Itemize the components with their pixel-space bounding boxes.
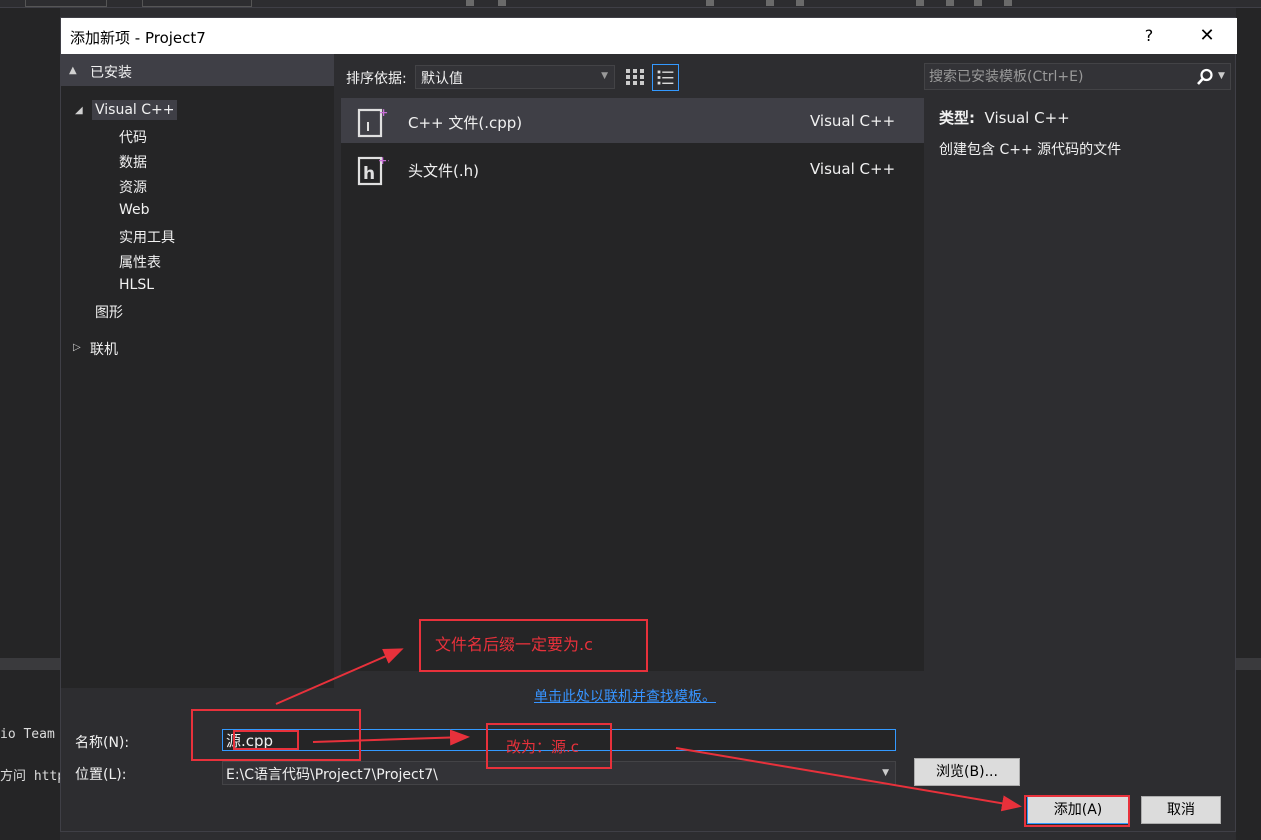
dialog-titlebar: 添加新项 - Project7 ? ✕ — [61, 18, 1237, 54]
dropdown-caret-icon: ▼ — [882, 768, 889, 778]
annotation-box-extension — [233, 730, 299, 750]
template-search-box: ▼ — [924, 63, 1231, 90]
expanded-arrow-icon[interactable]: ◢ — [75, 105, 83, 116]
template-language: Visual C++ — [810, 160, 896, 178]
tree-item-graphics[interactable]: 图形 — [95, 302, 123, 322]
toolbar-icon[interactable] — [916, 0, 924, 6]
ide-panel-splitter[interactable] — [1236, 658, 1261, 670]
ide-toolbar — [0, 0, 1261, 8]
collapsed-arrow-icon[interactable]: ▷ — [73, 342, 81, 353]
help-button[interactable]: ? — [1131, 23, 1167, 49]
tree-item-online[interactable]: 联机 — [90, 339, 118, 359]
type-value: Visual C++ — [984, 109, 1070, 127]
sort-toolbar: 排序依据: 默认值 ▼ — [334, 54, 924, 98]
collapse-triangle-icon[interactable]: ▲ — [69, 65, 77, 76]
tree-item-web[interactable]: Web — [119, 202, 150, 218]
tree-item-hlsl[interactable]: HLSL — [119, 277, 154, 293]
tree-header-installed[interactable]: ▲ 已安装 — [61, 54, 334, 86]
tree-item-data[interactable]: 数据 — [119, 152, 147, 172]
search-icon[interactable] — [1196, 68, 1214, 86]
list-view-icon[interactable] — [652, 64, 679, 91]
search-input[interactable] — [929, 67, 1187, 86]
ide-side-area — [1236, 8, 1261, 840]
template-description: 创建包含 C++ 源代码的文件 — [939, 142, 1122, 158]
tree-item-utility[interactable]: 实用工具 — [119, 227, 175, 247]
annotation-rename-note: 改为：源.c — [506, 738, 580, 756]
sort-by-dropdown[interactable]: 默认值 ▼ — [415, 65, 615, 89]
svg-text:h: h — [363, 164, 375, 184]
dialog-title: 添加新项 - Project7 — [70, 29, 206, 47]
toolbar-icon[interactable] — [974, 0, 982, 6]
output-line: 方问 http — [0, 769, 60, 784]
template-name: 头文件(.h) — [408, 162, 479, 180]
list-item-header-file[interactable]: h ++ 头文件(.h) Visual C++ — [341, 146, 924, 191]
tree-header-label: 已安装 — [90, 65, 132, 81]
annotation-box-add-button — [1024, 795, 1130, 827]
toolbar-platform-dropdown[interactable] — [142, 0, 252, 7]
svg-text:++: ++ — [378, 154, 389, 167]
cpp-file-icon: ++ — [357, 106, 389, 138]
annotation-suffix-note: 文件名后缀一定要为.c — [435, 635, 593, 654]
search-options-caret-icon[interactable]: ▼ — [1218, 71, 1225, 81]
toolbar-icon[interactable] — [466, 0, 474, 6]
tree-item-visual-cpp[interactable]: Visual C++ — [92, 100, 178, 120]
location-value: E:\C语言代码\Project7\Project7\ — [226, 767, 438, 783]
cancel-button[interactable]: 取消 — [1141, 796, 1221, 824]
toolbar-icon[interactable] — [498, 0, 506, 6]
template-category-tree: ▲ 已安装 ◢ Visual C++ 代码 数据 资源 Web 实用工具 属性表… — [61, 54, 334, 688]
svg-text:++: ++ — [379, 106, 389, 119]
toolbar-icon[interactable] — [1004, 0, 1012, 6]
sort-by-value: 默认值 — [421, 71, 463, 87]
sort-by-label: 排序依据: — [346, 71, 407, 87]
toolbar-icon[interactable] — [706, 0, 714, 6]
ide-panel-splitter[interactable] — [0, 658, 60, 670]
template-name: C++ 文件(.cpp) — [408, 114, 523, 132]
template-list: ++ C++ 文件(.cpp) Visual C++ h ++ 头文件(.h) … — [341, 98, 924, 671]
name-label: 名称(N): — [75, 735, 130, 751]
output-line: io Team — [0, 727, 55, 742]
dropdown-caret-icon: ▼ — [601, 71, 608, 81]
header-file-icon: h ++ — [357, 154, 389, 186]
toolbar-config-dropdown[interactable] — [25, 0, 107, 7]
toolbar-icon[interactable] — [796, 0, 804, 6]
browse-button[interactable]: 浏览(B)... — [914, 758, 1020, 786]
template-language: Visual C++ — [810, 112, 896, 130]
type-label: 类型: — [939, 109, 975, 127]
type-row: 类型: Visual C++ — [939, 107, 1121, 128]
ide-editor-area — [0, 8, 60, 840]
list-item-cpp-file[interactable]: ++ C++ 文件(.cpp) Visual C++ — [341, 98, 924, 143]
grid-view-icon[interactable] — [624, 66, 646, 88]
tree-item-code[interactable]: 代码 — [119, 127, 147, 147]
toolbar-icon[interactable] — [946, 0, 954, 6]
tree-item-property-sheets[interactable]: 属性表 — [119, 252, 161, 272]
close-button[interactable]: ✕ — [1187, 23, 1227, 49]
online-templates-link[interactable]: 单击此处以联机并查找模板。 — [534, 686, 716, 706]
toolbar-icon[interactable] — [766, 0, 774, 6]
tree-item-resources[interactable]: 资源 — [119, 177, 147, 197]
location-label: 位置(L): — [75, 767, 127, 783]
template-info-panel: 类型: Visual C++ 创建包含 C++ 源代码的文件 — [939, 107, 1121, 159]
